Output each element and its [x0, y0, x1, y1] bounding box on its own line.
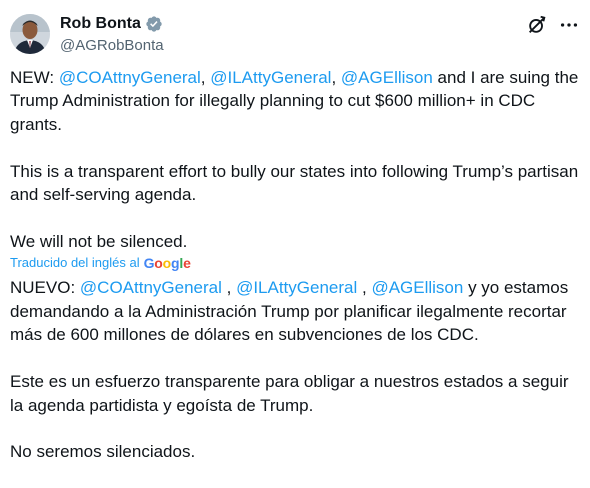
original-paragraph-1: NEW: @COAttnyGeneral, @ILAttyGeneral, @A…	[10, 66, 580, 136]
text-segment: ,	[221, 278, 237, 298]
translated-paragraph-2: Este es un esfuerzo transparente para ob…	[10, 372, 569, 415]
translated-paragraph-3: No seremos silenciados.	[10, 442, 196, 462]
google-logo: Google	[143, 255, 191, 272]
text-segment: NEW:	[10, 68, 59, 87]
mention-link[interactable]: @COAttnyGeneral	[80, 278, 222, 297]
text-segment: ,	[200, 68, 211, 87]
text-segment: ,	[331, 68, 341, 87]
verified-badge-icon[interactable]	[145, 15, 163, 33]
mention-link[interactable]: @AGEllison	[371, 278, 463, 297]
more-icon[interactable]	[558, 14, 580, 36]
header-actions	[526, 14, 580, 36]
translation-attribution[interactable]: Traducido del inglés al Google	[10, 255, 580, 271]
avatar-photo	[10, 14, 50, 54]
tweet-header: Rob Bonta @AGRobBonta	[10, 12, 580, 58]
mention-link[interactable]: @COAttnyGeneral	[59, 68, 201, 87]
text-segment: NUEVO:	[10, 278, 80, 298]
original-paragraph-2: This is a transparent effort to bully ou…	[10, 161, 579, 205]
original-paragraph-3: We will not be silenced.	[10, 232, 188, 252]
grok-icon[interactable]	[526, 14, 548, 36]
mention-link[interactable]: @AGEllison	[341, 68, 433, 87]
mention-link[interactable]: @ILAttyGeneral	[236, 278, 357, 297]
author-block: Rob Bonta @AGRobBonta	[60, 14, 164, 56]
tweet-body: NEW: @COAttnyGeneral, @ILAttyGeneral, @A…	[10, 66, 580, 464]
text-segment: ,	[357, 278, 372, 298]
display-name[interactable]: Rob Bonta	[60, 14, 141, 34]
translated-paragraph-1: NUEVO: @COAttnyGeneral , @ILAttyGeneral …	[10, 276, 580, 346]
translation-label: Traducido del inglés al	[10, 255, 140, 271]
avatar[interactable]	[10, 14, 50, 54]
handle[interactable]: @AGRobBonta	[60, 36, 164, 56]
mention-link[interactable]: @ILAttyGeneral	[210, 68, 331, 87]
